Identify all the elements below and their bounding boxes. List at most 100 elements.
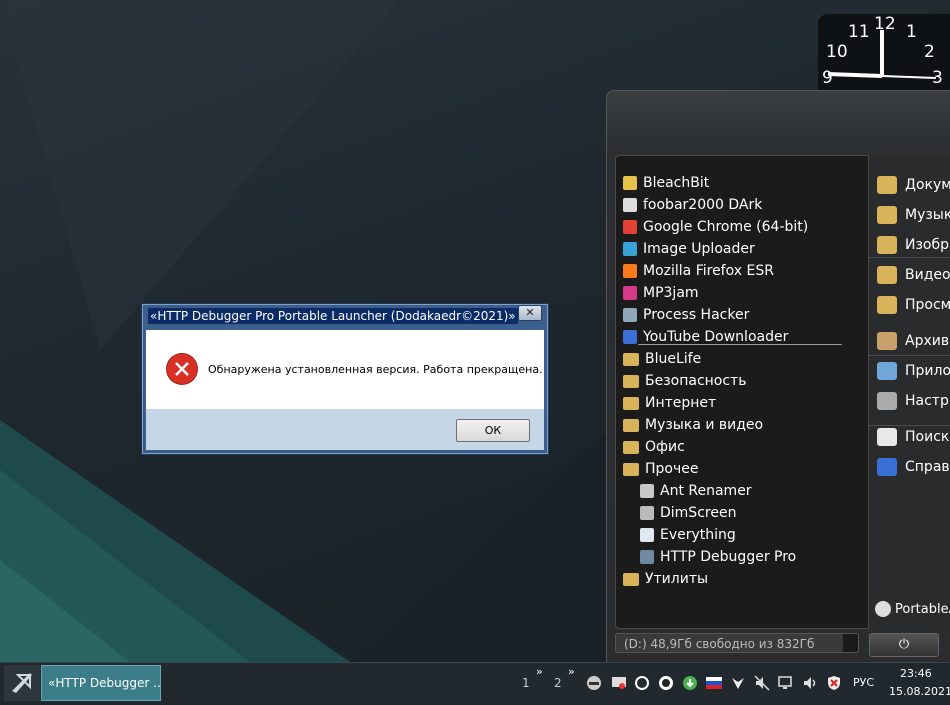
pictures-icon — [877, 236, 897, 254]
taskbar-app-http-debugger[interactable]: «HTTP Debugger ... — [41, 665, 161, 701]
security-shield-icon[interactable] — [826, 675, 842, 691]
separator — [869, 257, 950, 258]
right-panel-label: Настр — [905, 393, 949, 409]
right-panel-item[interactable]: Докум — [877, 173, 950, 197]
app-label: YouTube Downloader — [643, 329, 789, 345]
app-list-item[interactable]: Everything — [640, 524, 736, 546]
app-label: MP3jam — [643, 285, 699, 301]
right-panel-item[interactable]: Изобр — [877, 233, 949, 257]
app-list-item[interactable]: Google Chrome (64-bit) — [623, 216, 808, 238]
portableapps-logo: PortableA — [875, 601, 950, 617]
network-icon[interactable] — [778, 675, 794, 691]
desktop-2[interactable]: 2 — [554, 676, 562, 690]
right-panel-item[interactable]: Прило — [877, 359, 950, 383]
chrome-icon — [623, 220, 637, 234]
right-panel-item[interactable]: Настр — [877, 389, 949, 413]
app-label: Офис — [645, 439, 685, 455]
mp3jam-icon — [623, 286, 637, 300]
app-label: foobar2000 DArk — [643, 197, 763, 213]
folder-icon — [623, 418, 639, 432]
tray-monitor-icon[interactable] — [611, 675, 627, 691]
portableapps-logo-text: PortableA — [895, 601, 950, 617]
app-label: DimScreen — [660, 505, 737, 521]
right-panel-item[interactable]: Справ — [877, 455, 950, 479]
app-label: Прочее — [645, 461, 699, 477]
app-list-item[interactable]: Музыка и видео — [623, 414, 763, 436]
app-label: Интернет — [645, 395, 717, 411]
app-list-item[interactable]: Безопасность — [623, 370, 746, 392]
dialog-titlebar[interactable]: «HTTP Debugger Pro Portable Launcher (Do… — [146, 307, 518, 325]
right-panel-item[interactable]: Видео — [877, 263, 950, 287]
music-icon — [877, 206, 897, 224]
image-uploader-icon — [623, 242, 637, 256]
dialog-footer: ОК — [146, 409, 544, 450]
folder-icon — [623, 440, 639, 454]
app-list-item[interactable]: DimScreen — [640, 502, 736, 524]
app-list-item[interactable]: BlueLife — [623, 348, 701, 370]
app-label: BlueLife — [645, 351, 702, 367]
right-panel-label: Архив — [905, 333, 950, 349]
app-list-item[interactable]: HTTP Debugger Pro — [640, 546, 796, 568]
error-message: Обнаружена установленная версия. Работа … — [208, 363, 543, 376]
ok-button[interactable]: ОК — [456, 419, 530, 442]
right-panel-label: Изобр — [905, 237, 950, 253]
folder-icon — [623, 396, 639, 410]
power-button[interactable]: ⏻ — [869, 633, 939, 657]
dialog-body: Обнаружена установленная версия. Работа … — [146, 330, 544, 409]
right-panel-label: Музык — [905, 207, 950, 223]
app-label: Mozilla Firefox ESR — [643, 263, 774, 279]
app-list-item[interactable]: MP3jam — [623, 282, 699, 304]
folder-open-icon — [623, 462, 639, 476]
app-list-item[interactable]: foobar2000 DArk — [623, 194, 762, 216]
bleachbit-icon — [623, 176, 637, 190]
right-panel-item[interactable]: Поиск — [877, 425, 949, 449]
app-list-item[interactable]: BleachBit — [623, 172, 709, 194]
desktop-1[interactable]: 1 — [522, 676, 530, 690]
app-label: Google Chrome (64-bit) — [643, 219, 809, 235]
explore-icon — [877, 296, 897, 314]
documents-icon — [877, 176, 897, 194]
volume-icon[interactable] — [802, 675, 818, 691]
app-list-item[interactable]: Image Uploader — [623, 238, 755, 260]
tray-circle-icon[interactable] — [634, 675, 650, 691]
tray-mute-icon[interactable] — [754, 675, 770, 691]
app-list-item[interactable]: Утилиты — [623, 568, 708, 590]
tray-foobar-icon[interactable] — [730, 675, 746, 691]
app-label: Безопасность — [645, 373, 747, 389]
separator — [869, 355, 950, 356]
clock-time[interactable]: 23:46 — [900, 667, 932, 680]
tray-torrent-icon[interactable] — [682, 675, 698, 691]
chevron-icon: » — [536, 665, 543, 678]
right-panel-item[interactable]: Архив — [877, 329, 949, 353]
close-button[interactable]: ✕ — [518, 305, 542, 321]
app-label: HTTP Debugger Pro — [660, 549, 797, 565]
start-icon — [12, 673, 32, 693]
app-label: Everything — [660, 527, 736, 543]
right-panel-item[interactable]: Музык — [877, 203, 950, 227]
right-panel: Докум Музык Изобр Видео Просм Архив Прило Настр… — [869, 155, 950, 627]
app-label: BleachBit — [643, 175, 710, 191]
clock-widget: 10 11 12 1 2 9 3 — [818, 14, 950, 90]
tray-flag-icon[interactable] — [706, 675, 722, 691]
tray-app-icon[interactable] — [586, 675, 602, 691]
videos-icon — [877, 266, 897, 284]
app-list-item[interactable]: Process Hacker — [623, 304, 749, 326]
right-panel-item[interactable]: Просм — [877, 293, 950, 317]
app-list-item[interactable]: Ant Renamer — [640, 480, 752, 502]
start-button[interactable] — [4, 665, 40, 701]
portableapps-menu: BleachBit foobar2000 DArk Google Chrome (6… — [606, 90, 950, 662]
clock-date[interactable]: 15.08.2021 — [889, 685, 950, 698]
error-icon — [167, 354, 197, 384]
app-list-item[interactable]: Mozilla Firefox ESR — [623, 260, 774, 282]
clock-hands — [827, 30, 937, 79]
tray-shield-icon[interactable] — [658, 675, 674, 691]
drive-status-text: (D:) 48,9Гб свободно из 832Гб — [624, 637, 815, 651]
app-list-item[interactable]: Прочее — [623, 458, 698, 480]
app-list-item[interactable]: Интернет — [623, 392, 716, 414]
right-panel-label: Докум — [905, 177, 950, 193]
apps-icon — [877, 362, 897, 380]
help-icon — [877, 458, 897, 476]
language-indicator[interactable]: РУС — [853, 676, 874, 689]
http-debugger-icon — [640, 550, 654, 564]
app-list-item[interactable]: Офис — [623, 436, 685, 458]
